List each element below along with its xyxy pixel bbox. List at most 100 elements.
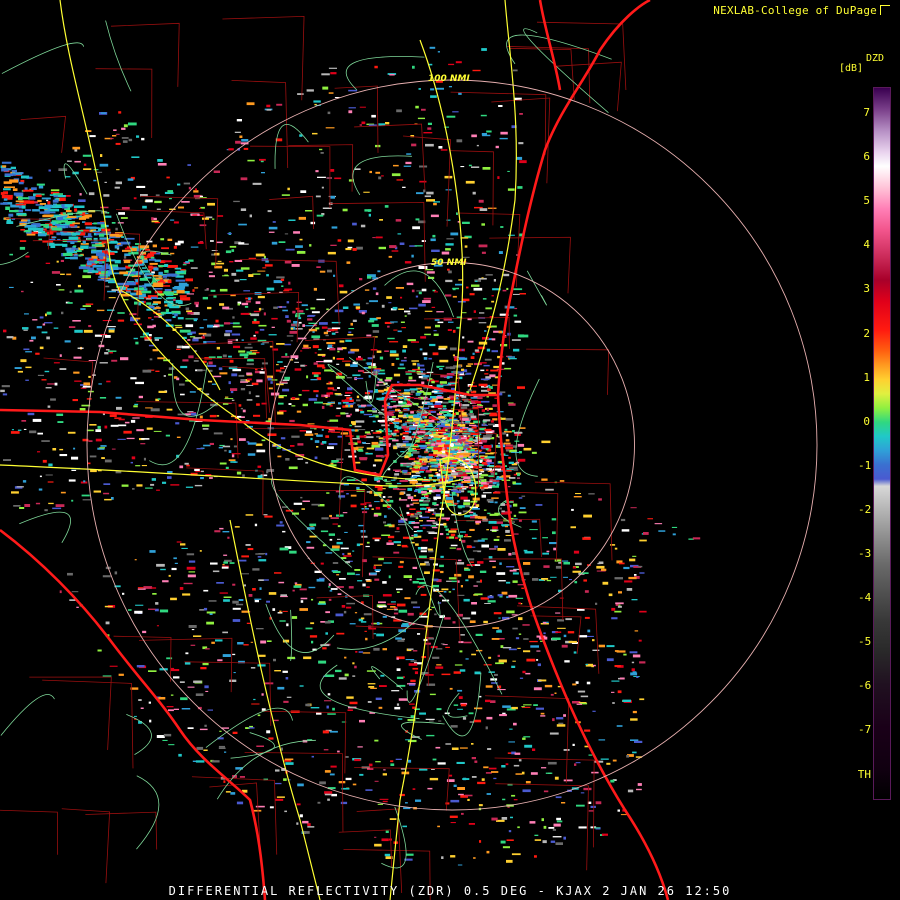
echo-bin	[490, 420, 494, 423]
echo-bin	[421, 288, 427, 292]
echo-bin	[168, 367, 175, 370]
echo-bin	[445, 366, 454, 369]
echo-bin	[415, 472, 421, 474]
echo-bin	[154, 337, 163, 339]
echo-bin	[211, 383, 217, 385]
echo-bin	[45, 387, 52, 389]
echo-bin	[459, 669, 466, 672]
echo-bin	[494, 501, 498, 504]
echo-bin	[258, 324, 267, 327]
echo-bin	[488, 671, 495, 673]
echo-bin	[214, 252, 220, 256]
echo-bin	[482, 167, 491, 170]
echo-bin	[133, 405, 138, 408]
echo-bin	[17, 429, 22, 431]
echo-bin	[448, 86, 452, 88]
echo-bin	[440, 383, 443, 386]
echo-bin	[127, 178, 134, 181]
echo-bin	[455, 443, 461, 446]
echo-bin	[328, 583, 331, 586]
echo-bin	[600, 758, 609, 760]
echo-bin	[300, 350, 303, 352]
echo-bin	[173, 221, 179, 224]
echo-bin	[493, 612, 502, 615]
echo-bin	[612, 759, 617, 762]
echo-bin	[500, 131, 508, 135]
echo-bin	[358, 449, 364, 452]
echo-bin	[448, 591, 452, 593]
echo-bin	[187, 164, 191, 166]
echo-bin	[368, 763, 373, 767]
echo-bin	[357, 440, 362, 444]
echo-bin	[199, 415, 203, 419]
echo-bin	[423, 189, 426, 193]
echo-bin	[238, 404, 242, 407]
echo-bin	[354, 425, 362, 428]
echo-bin	[31, 336, 36, 340]
echo-bin	[426, 425, 434, 428]
echo-bin	[254, 523, 258, 527]
echo-bin	[331, 226, 338, 229]
echo-bin	[203, 341, 207, 344]
echo-bin	[439, 367, 443, 370]
echo-bin	[440, 555, 444, 558]
echo-bin	[102, 575, 111, 578]
echo-bin	[365, 579, 371, 581]
echo-bin	[398, 698, 408, 701]
echo-bin	[156, 563, 165, 567]
echo-bin	[394, 531, 400, 533]
echo-bin	[545, 488, 554, 491]
echo-bin	[454, 424, 458, 426]
echo-bin	[561, 802, 566, 804]
echo-bin	[327, 387, 335, 390]
echo-bin	[576, 804, 585, 807]
echo-bin	[138, 699, 142, 701]
echo-bin	[146, 427, 153, 430]
echo-bin	[99, 397, 107, 399]
echo-bin	[59, 590, 62, 594]
echo-bin	[341, 347, 347, 350]
echo-bin	[179, 383, 185, 386]
echo-bin	[171, 310, 181, 314]
echo-bin	[223, 561, 228, 564]
echo-bin	[493, 777, 497, 780]
echo-bin	[424, 451, 428, 453]
echo-bin	[367, 701, 372, 703]
echo-bin	[591, 771, 599, 774]
echo-bin	[390, 760, 394, 763]
echo-bin	[357, 404, 360, 406]
echo-bin	[368, 627, 377, 630]
echo-bin	[266, 109, 272, 111]
echo-bin	[134, 610, 143, 614]
echo-bin	[396, 657, 399, 660]
echo-bin	[188, 625, 197, 628]
echo-bin	[538, 679, 547, 682]
echo-bin	[207, 306, 212, 310]
echo-bin	[534, 855, 537, 858]
echo-bin	[300, 600, 304, 603]
echo-bin	[41, 331, 48, 334]
echo-bin	[376, 397, 385, 400]
echo-bin	[352, 363, 355, 367]
echo-bin	[355, 651, 358, 653]
echo-bin	[302, 347, 310, 349]
echo-bin	[381, 304, 385, 308]
echo-bin	[373, 647, 380, 651]
echo-bin	[456, 547, 462, 551]
echo-bin	[406, 282, 414, 286]
echo-bin	[313, 100, 321, 103]
echo-bin	[623, 653, 627, 656]
echo-bin	[513, 533, 519, 535]
echo-bin	[37, 374, 44, 376]
echo-bin	[418, 88, 421, 90]
echo-bin	[631, 661, 635, 664]
echo-bin	[252, 321, 260, 324]
echo-bin	[409, 307, 418, 310]
echo-bin	[349, 397, 352, 400]
echo-bin	[373, 633, 376, 635]
echo-bin	[290, 445, 295, 447]
echo-bin	[290, 327, 294, 330]
echo-bin	[483, 422, 486, 426]
echo-bin	[6, 221, 14, 224]
echo-bin	[153, 316, 159, 318]
